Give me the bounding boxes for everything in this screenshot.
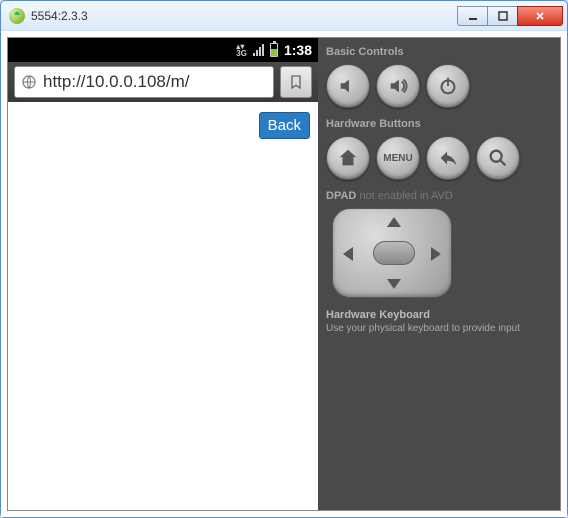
hardware-buttons-title: Hardware Buttons [326,118,552,130]
window-controls [457,6,563,26]
url-input[interactable]: http://10.0.0.108/m/ [14,66,274,98]
app-window: 5554:2.3.3 ▴▾3G 1:38 [0,0,568,518]
window-title: 5554:2.3.3 [31,9,457,23]
dpad-up[interactable] [387,217,401,227]
dpad-label: DPAD not enabled in AVD [326,190,552,202]
dpad-right[interactable] [431,247,441,261]
back-button[interactable]: Back [259,112,310,139]
maximize-button[interactable] [487,6,517,26]
window-titlebar[interactable]: 5554:2.3.3 [1,1,567,31]
dpad-text: DPAD [326,190,356,202]
android-icon [9,8,25,24]
android-status-bar: ▴▾3G 1:38 [8,38,318,62]
dpad-left[interactable] [343,247,353,261]
menu-button[interactable]: MENU [376,136,420,180]
emulator-frame: ▴▾3G 1:38 http://10.0.0.108/m/ [7,37,561,511]
keyboard-title: Hardware Keyboard [326,308,552,322]
keyboard-note: Hardware Keyboard Use your physical keyb… [326,308,552,335]
keyboard-text: Use your physical keyboard to provide in… [326,323,520,334]
battery-icon [270,43,278,57]
home-button[interactable] [326,136,370,180]
dpad-center[interactable] [373,241,415,265]
signal-icon [253,44,264,56]
minimize-button[interactable] [457,6,487,26]
back-hw-button[interactable] [426,136,470,180]
page-icon [21,74,37,90]
client-area: ▴▾3G 1:38 http://10.0.0.108/m/ [1,31,567,517]
page-content[interactable]: Back [8,102,318,510]
network-3g-icon: ▴▾3G [236,43,247,57]
dpad [332,208,452,298]
emulator-side-panel: Basic Controls Hardware Buttons MENU [318,38,560,510]
volume-up-button[interactable] [376,64,420,108]
dpad-status: not enabled in AVD [359,190,452,202]
bookmark-button[interactable] [280,66,312,98]
browser-address-bar: http://10.0.0.108/m/ [8,62,318,102]
search-button[interactable] [476,136,520,180]
status-time: 1:38 [284,42,312,58]
volume-down-button[interactable] [326,64,370,108]
close-button[interactable] [517,6,563,26]
basic-controls-title: Basic Controls [326,46,552,58]
url-text: http://10.0.0.108/m/ [43,72,189,92]
dpad-down[interactable] [387,279,401,289]
power-button[interactable] [426,64,470,108]
device-screen: ▴▾3G 1:38 http://10.0.0.108/m/ [8,38,318,510]
